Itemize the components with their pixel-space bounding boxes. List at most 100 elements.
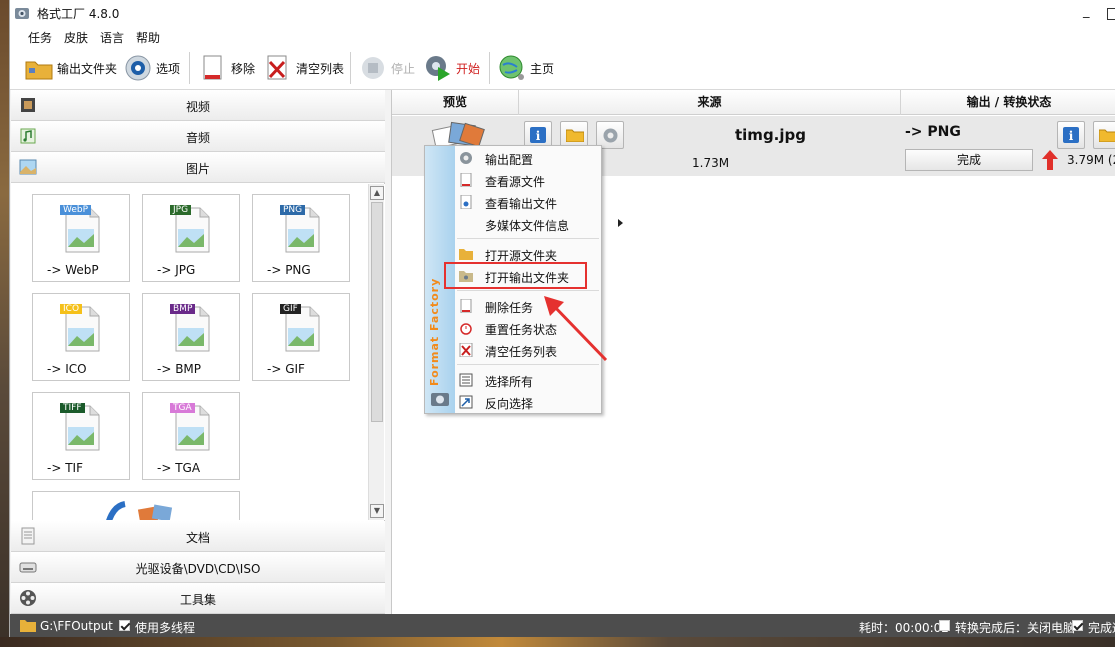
menu-item-label: 查看输出文件	[485, 197, 558, 211]
task-status-button[interactable]: 完成	[905, 149, 1033, 171]
format-badge: TGA	[170, 403, 195, 413]
format-tile-label: -> WebP	[47, 263, 99, 277]
format-tile-webp[interactable]: WebP -> WebP	[32, 194, 130, 282]
remove-label: 移除	[231, 61, 256, 76]
format-tile-png[interactable]: PNG -> PNG	[252, 194, 350, 282]
format-tile-label: -> TIF	[47, 461, 83, 475]
category-picture-label: 图片	[185, 162, 210, 176]
category-picture[interactable]: 图片	[11, 152, 385, 183]
format-tile-tga[interactable]: TGA -> TGA	[142, 392, 240, 480]
clear-list-label: 清空列表	[296, 61, 345, 76]
format-tile-bmp[interactable]: BMP -> BMP	[142, 293, 240, 381]
scroll-down-arrow-icon[interactable]: ▼	[370, 504, 384, 518]
menu-item-open-source-folder[interactable]: 打开源文件夹	[455, 244, 601, 264]
status-bar: G:\FFOutput 使用多线程 耗时：00:00:02 转换完成后：关闭电脑…	[10, 614, 1115, 637]
format-tile-label: -> JPG	[157, 263, 196, 277]
menu-item-label: 选择所有	[485, 375, 534, 389]
multithread-checkbox[interactable]	[119, 620, 130, 631]
home-globe-icon	[499, 55, 524, 80]
output-folder-button[interactable]: 输出文件夹	[24, 52, 117, 84]
menu-skin[interactable]: 皮肤	[64, 29, 88, 46]
menu-item-output-config[interactable]: 输出配置	[455, 148, 601, 168]
format-grid-scrollbar[interactable]: ▲ ▼	[368, 184, 384, 520]
done-notify-checkbox[interactable]	[1072, 620, 1083, 631]
options-gear-icon	[125, 55, 151, 81]
remove-button[interactable]: 移除	[198, 52, 255, 84]
menu-item-view-output[interactable]: 查看输出文件	[455, 192, 601, 212]
format-badge: WebP	[60, 205, 92, 215]
folder-icon	[459, 249, 473, 260]
scroll-thumb[interactable]	[371, 202, 383, 422]
menu-item-invert-selection[interactable]: 反向选择	[455, 392, 601, 412]
scroll-up-arrow-icon[interactable]: ▲	[370, 186, 384, 200]
format-badge: TIFF	[60, 403, 85, 413]
menu-separator	[457, 364, 599, 365]
category-document[interactable]: 文档	[11, 521, 385, 552]
after-done-checkbox[interactable]	[939, 620, 950, 631]
clear-list-button[interactable]: 清空列表	[263, 52, 344, 84]
category-tools[interactable]: 工具集	[11, 583, 385, 614]
format-badge: JPG	[170, 205, 192, 215]
output-folder-button[interactable]	[1093, 121, 1115, 149]
menu-task[interactable]: 任务	[28, 29, 52, 46]
svg-text:i: i	[1069, 129, 1074, 143]
category-disc[interactable]: 光驱设备\DVD\CD\ISO	[11, 552, 385, 583]
format-tile-ico[interactable]: ICO -> ICO	[32, 293, 130, 381]
maximize-button[interactable]	[1107, 8, 1115, 20]
desktop-taskbar-edge	[0, 637, 1115, 647]
menu-item-label: 反向选择	[485, 397, 534, 411]
output-info-button[interactable]: i	[1057, 121, 1085, 149]
home-button[interactable]: 主页	[497, 52, 554, 84]
column-source[interactable]: 来源	[519, 90, 901, 115]
format-factory-logo-icon	[431, 393, 449, 406]
menu-item-media-info[interactable]: 多媒体文件信息	[455, 214, 623, 234]
format-tile-partial[interactable]	[32, 491, 240, 520]
delete-document-icon	[460, 299, 472, 313]
stop-button[interactable]: 停止	[358, 52, 415, 84]
stop-label: 停止	[391, 61, 416, 76]
minimize-button[interactable]: _	[1083, 4, 1090, 19]
folder-icon	[20, 620, 36, 632]
output-path[interactable]: G:\FFOutput	[40, 619, 113, 633]
desktop-background	[0, 0, 9, 647]
category-video[interactable]: 视频	[11, 90, 385, 121]
menu-bar: 任务 皮肤 语言 帮助	[10, 26, 1115, 46]
format-badge: PNG	[280, 205, 306, 215]
format-tile-jpg[interactable]: JPG -> JPG	[142, 194, 240, 282]
start-label: 开始	[456, 61, 481, 76]
menu-item-label: 多媒体文件信息	[485, 219, 570, 233]
options-button[interactable]: 选项	[123, 52, 180, 84]
menu-item-label: 查看源文件	[485, 175, 546, 189]
menu-item-label: 输出配置	[485, 153, 534, 167]
folder-icon	[566, 129, 584, 142]
category-audio-label: 音频	[185, 131, 210, 145]
menu-item-view-source[interactable]: 查看源文件	[455, 170, 601, 190]
column-preview[interactable]: 预览	[392, 90, 519, 115]
format-badge: ICO	[60, 304, 83, 314]
toolbar-divider	[189, 52, 190, 84]
format-tile-label: -> GIF	[267, 362, 305, 376]
gear-icon	[460, 152, 472, 164]
column-output-status[interactable]: 输出 / 转换状态	[901, 90, 1115, 115]
toolbar: 输出文件夹 选项 移除 清空列表 停止 开始 主页	[10, 46, 1115, 90]
format-badge: BMP	[170, 304, 196, 314]
format-tile-tiff[interactable]: TIFF -> TIF	[32, 392, 130, 480]
category-audio[interactable]: 音频	[11, 121, 385, 152]
annotation-arrow-icon	[544, 296, 608, 362]
menu-help[interactable]: 帮助	[136, 29, 160, 46]
start-play-icon	[426, 56, 450, 81]
menu-item-select-all[interactable]: 选择所有	[455, 370, 601, 390]
title-bar: 格式工厂 4.8.0 _	[10, 0, 1115, 26]
format-tile-gif[interactable]: GIF -> GIF	[252, 293, 350, 381]
start-button[interactable]: 开始	[423, 52, 480, 84]
category-tools-label: 工具集	[179, 593, 216, 607]
toolbar-divider	[350, 52, 351, 84]
window-title: 格式工厂 4.8.0	[37, 7, 120, 21]
format-tile-label: -> TGA	[157, 461, 201, 475]
task-table-header: 预览 来源 输出 / 转换状态	[392, 90, 1115, 115]
info-icon: i	[530, 127, 546, 143]
reset-timer-icon	[460, 323, 472, 335]
elapsed-time: 耗时：00:00:02	[859, 621, 949, 635]
menu-language[interactable]: 语言	[100, 29, 124, 46]
invert-selection-icon	[459, 395, 473, 409]
